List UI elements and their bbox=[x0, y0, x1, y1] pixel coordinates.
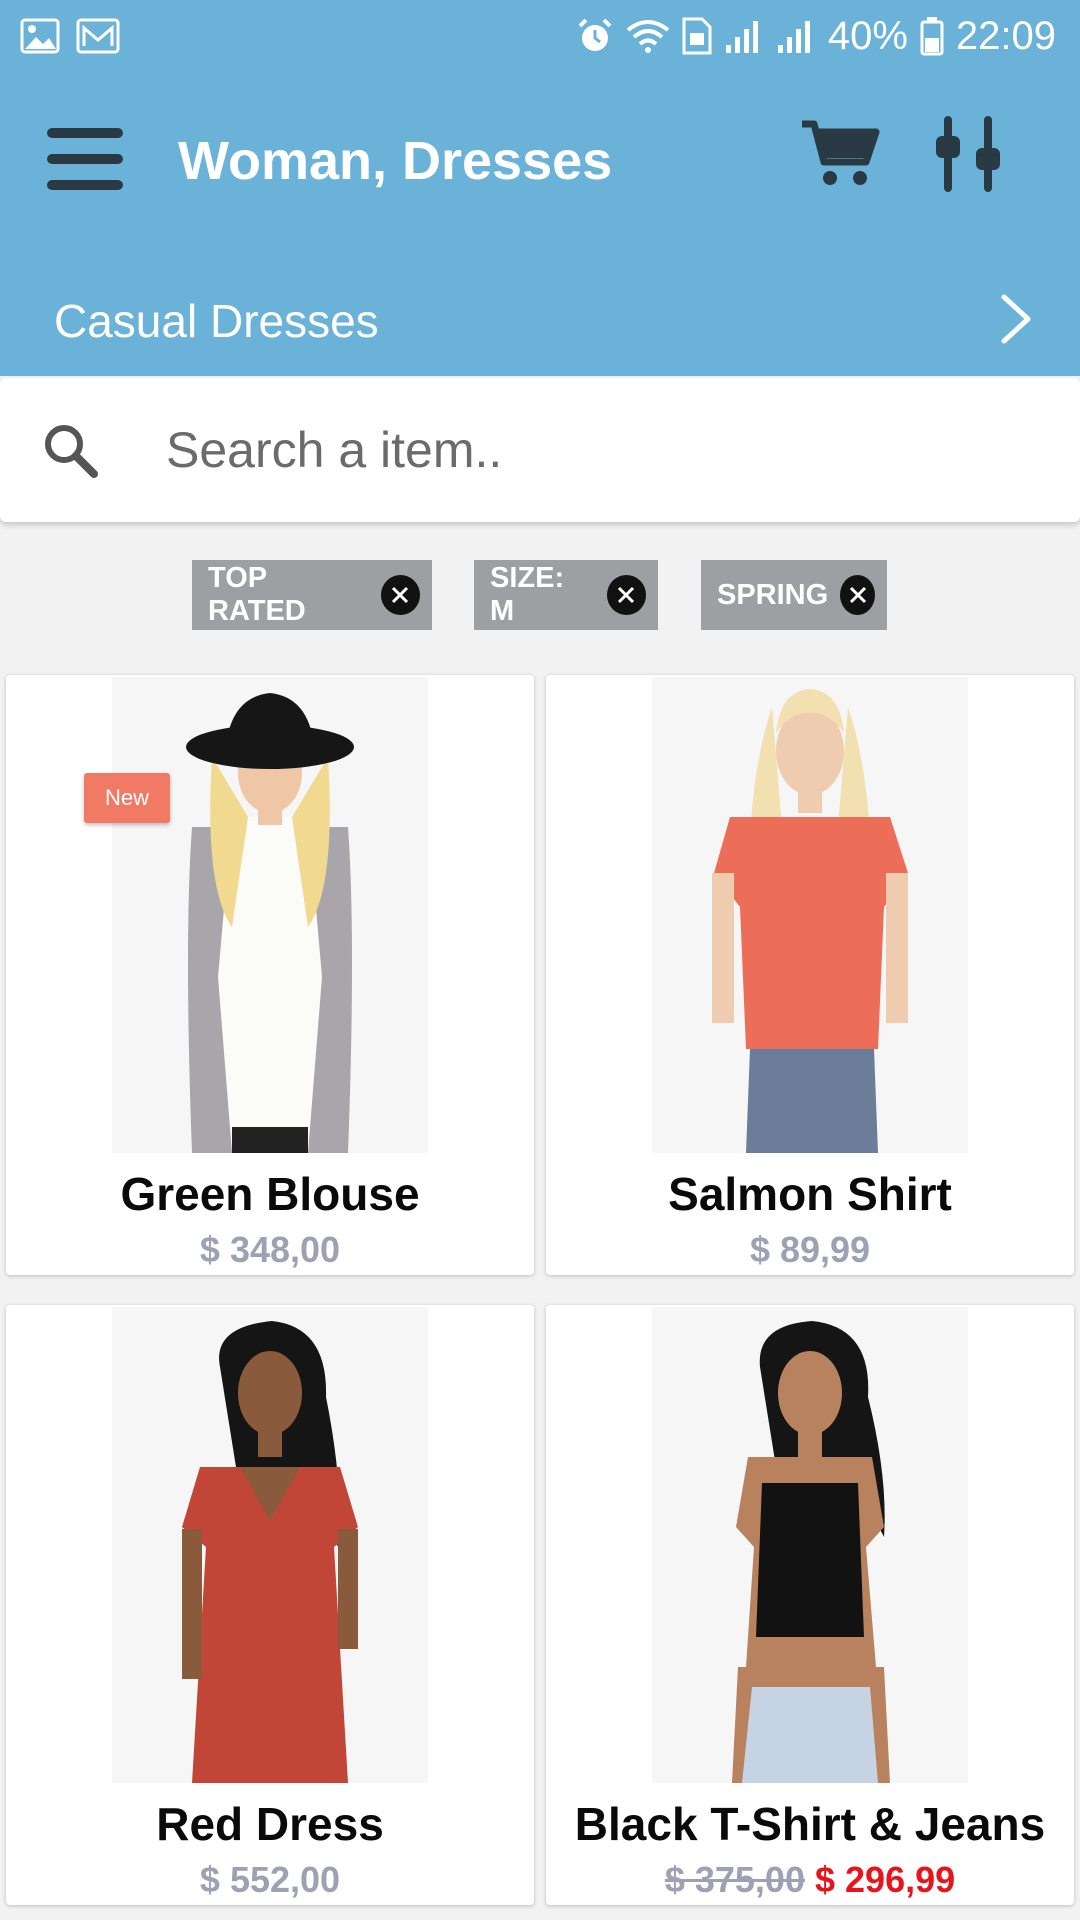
page-title: Woman, Dresses bbox=[178, 131, 613, 191]
product-sale-price: $ 296,99 bbox=[815, 1859, 956, 1900]
menu-button[interactable] bbox=[40, 116, 130, 206]
signal-icon bbox=[724, 19, 764, 53]
product-price: $ 89,99 bbox=[749, 1229, 871, 1270]
search-icon[interactable] bbox=[40, 420, 100, 485]
search-bar bbox=[0, 378, 1080, 522]
clock: 22:09 bbox=[955, 13, 1056, 58]
cart-button[interactable] bbox=[796, 112, 884, 200]
product-price-row: $ 375,00 $ 296,99 bbox=[546, 1859, 1074, 1901]
filter-chip-label: SPRING bbox=[717, 578, 829, 611]
close-icon[interactable] bbox=[606, 575, 646, 615]
product-image bbox=[112, 677, 428, 1153]
filter-chip-label: SIZE: M bbox=[490, 562, 565, 627]
battery-percent: 40% bbox=[827, 13, 908, 58]
search-input[interactable] bbox=[166, 408, 1026, 492]
product-name: Green Blouse bbox=[120, 1168, 420, 1220]
new-badge: New bbox=[84, 773, 170, 823]
product-name: Red Dress bbox=[156, 1798, 384, 1850]
product-card[interactable]: Black T-Shirt & Jeans $ 375,00 $ 296,99 bbox=[546, 1305, 1074, 1905]
filter-chip-top-rated: TOP RATED bbox=[192, 560, 432, 630]
product-price: $ 552,00 bbox=[199, 1859, 341, 1900]
product-image bbox=[652, 677, 968, 1153]
mail-notification-icon bbox=[76, 18, 120, 54]
product-card[interactable]: Salmon Shirt $ 89,99 bbox=[546, 675, 1074, 1275]
hamburger-menu-icon bbox=[47, 126, 123, 197]
product-old-price: $ 375,00 bbox=[664, 1859, 805, 1900]
sim-card-icon bbox=[682, 17, 712, 55]
product-name: Black T-Shirt & Jeans bbox=[574, 1798, 1046, 1850]
signal-icon-2 bbox=[776, 19, 816, 53]
product-price-row: $ 348,00 bbox=[6, 1229, 534, 1271]
filter-chip-spring: SPRING bbox=[701, 560, 887, 630]
close-icon[interactable] bbox=[840, 575, 875, 615]
shopping-cart-icon bbox=[800, 118, 880, 195]
product-price: $ 348,00 bbox=[199, 1229, 341, 1270]
product-price-row: $ 552,00 bbox=[6, 1859, 534, 1901]
product-image bbox=[112, 1307, 428, 1783]
battery-icon bbox=[920, 16, 944, 56]
wifi-icon bbox=[626, 18, 670, 54]
subcategory-label: Casual Dresses bbox=[54, 295, 379, 347]
app-bar: Woman, Dresses Casual Dresses bbox=[0, 72, 1080, 376]
gallery-notification-icon bbox=[20, 18, 60, 54]
filter-chip-label: TOP RATED bbox=[208, 562, 306, 627]
product-card[interactable]: New Green Blouse $ 348,00 bbox=[6, 675, 534, 1275]
chevron-right-icon bbox=[996, 293, 1036, 350]
alarm-icon bbox=[576, 17, 614, 55]
sliders-icon bbox=[932, 114, 1004, 199]
filter-chip-size: SIZE: M bbox=[474, 560, 658, 630]
close-icon[interactable] bbox=[380, 575, 420, 615]
subcategory-row[interactable]: Casual Dresses bbox=[0, 266, 1080, 376]
product-image bbox=[652, 1307, 968, 1783]
status-bar: 40% 22:09 bbox=[0, 0, 1080, 72]
product-card[interactable]: Red Dress $ 552,00 bbox=[6, 1305, 534, 1905]
product-price-row: $ 89,99 bbox=[546, 1229, 1074, 1271]
filter-button[interactable] bbox=[924, 112, 1012, 200]
product-name: Salmon Shirt bbox=[668, 1168, 952, 1220]
